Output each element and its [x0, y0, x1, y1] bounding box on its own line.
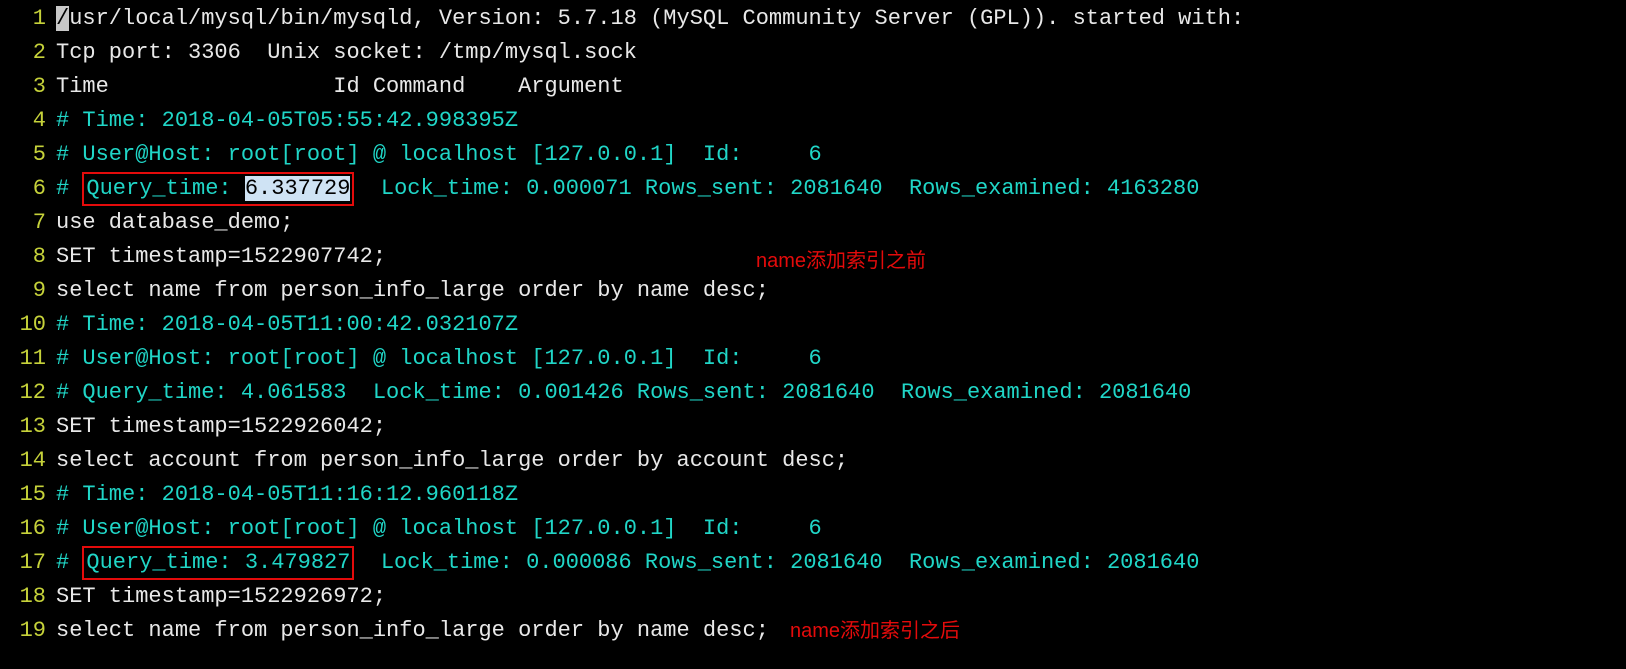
code-line: 12 # Query_time: 4.061583 Lock_time: 0.0…: [0, 376, 1626, 410]
code-line: 2 Tcp port: 3306 Unix socket: /tmp/mysql…: [0, 36, 1626, 70]
selection: 6.337729: [245, 176, 351, 201]
code-line: 1 /usr/local/mysql/bin/mysqld, Version: …: [0, 2, 1626, 36]
code-text: # User@Host: root[root] @ localhost [127…: [56, 342, 1626, 376]
code-line: 7 use database_demo;: [0, 206, 1626, 240]
code-text: # Query_time: 3.479827 Lock_time: 0.0000…: [56, 546, 1626, 580]
code-line: 8 SET timestamp=1522907742;: [0, 240, 1626, 274]
highlight-box-query-time-1: Query_time: 6.337729: [82, 172, 354, 206]
line-number: 15: [0, 478, 56, 512]
code-text: /usr/local/mysql/bin/mysqld, Version: 5.…: [56, 2, 1626, 36]
line-number: 12: [0, 376, 56, 410]
code-line: 5 # User@Host: root[root] @ localhost [1…: [0, 138, 1626, 172]
code-line: 3 Time Id Command Argument: [0, 70, 1626, 104]
code-text: # Time: 2018-04-05T05:55:42.998395Z: [56, 104, 1626, 138]
code-line: 10 # Time: 2018-04-05T11:00:42.032107Z: [0, 308, 1626, 342]
code-line: 6 # Query_time: 6.337729 Lock_time: 0.00…: [0, 172, 1626, 206]
code-line: 13 SET timestamp=1522926042;: [0, 410, 1626, 444]
code-text: use database_demo;: [56, 206, 1626, 240]
code-line: 17 # Query_time: 3.479827 Lock_time: 0.0…: [0, 546, 1626, 580]
line-number: 14: [0, 444, 56, 478]
code-text: # Query_time: 4.061583 Lock_time: 0.0014…: [56, 376, 1626, 410]
line-number: 19: [0, 614, 56, 648]
code-text: # Time: 2018-04-05T11:16:12.960118Z: [56, 478, 1626, 512]
line-number: 11: [0, 342, 56, 376]
code-text: SET timestamp=1522926972;: [56, 580, 1626, 614]
code-text: # User@Host: root[root] @ localhost [127…: [56, 512, 1626, 546]
code-line: 19 select name from person_info_large or…: [0, 614, 1626, 648]
line-number: 17: [0, 546, 56, 580]
line-number: 8: [0, 240, 56, 274]
line-number: 2: [0, 36, 56, 70]
line-number: 16: [0, 512, 56, 546]
line-number: 1: [0, 2, 56, 36]
code-line: 11 # User@Host: root[root] @ localhost […: [0, 342, 1626, 376]
terminal-editor[interactable]: name添加索引之前 name添加索引之后 1 /usr/local/mysql…: [0, 0, 1626, 648]
line-number: 5: [0, 138, 56, 172]
code-line: 9 select name from person_info_large ord…: [0, 274, 1626, 308]
code-text: SET timestamp=1522926042;: [56, 410, 1626, 444]
code-line: 14 select account from person_info_large…: [0, 444, 1626, 478]
highlight-box-query-time-2: Query_time: 3.479827: [82, 546, 354, 580]
code-text: select name from person_info_large order…: [56, 614, 1626, 648]
code-text: select name from person_info_large order…: [56, 274, 1626, 308]
code-text: # Query_time: 6.337729 Lock_time: 0.0000…: [56, 172, 1626, 206]
code-text: select account from person_info_large or…: [56, 444, 1626, 478]
code-text: # User@Host: root[root] @ localhost [127…: [56, 138, 1626, 172]
line-number: 13: [0, 410, 56, 444]
line-number: 18: [0, 580, 56, 614]
code-line: 18 SET timestamp=1522926972;: [0, 580, 1626, 614]
code-text: # Time: 2018-04-05T11:00:42.032107Z: [56, 308, 1626, 342]
line-number: 6: [0, 172, 56, 206]
code-line: 4 # Time: 2018-04-05T05:55:42.998395Z: [0, 104, 1626, 138]
line-number: 4: [0, 104, 56, 138]
code-text: Time Id Command Argument: [56, 70, 1626, 104]
line-number: 3: [0, 70, 56, 104]
line-number: 10: [0, 308, 56, 342]
cursor: /: [56, 6, 69, 31]
line-number: 7: [0, 206, 56, 240]
line-number: 9: [0, 274, 56, 308]
code-text: SET timestamp=1522907742;: [56, 240, 1626, 274]
code-line: 15 # Time: 2018-04-05T11:16:12.960118Z: [0, 478, 1626, 512]
code-line: 16 # User@Host: root[root] @ localhost […: [0, 512, 1626, 546]
code-text: Tcp port: 3306 Unix socket: /tmp/mysql.s…: [56, 36, 1626, 70]
